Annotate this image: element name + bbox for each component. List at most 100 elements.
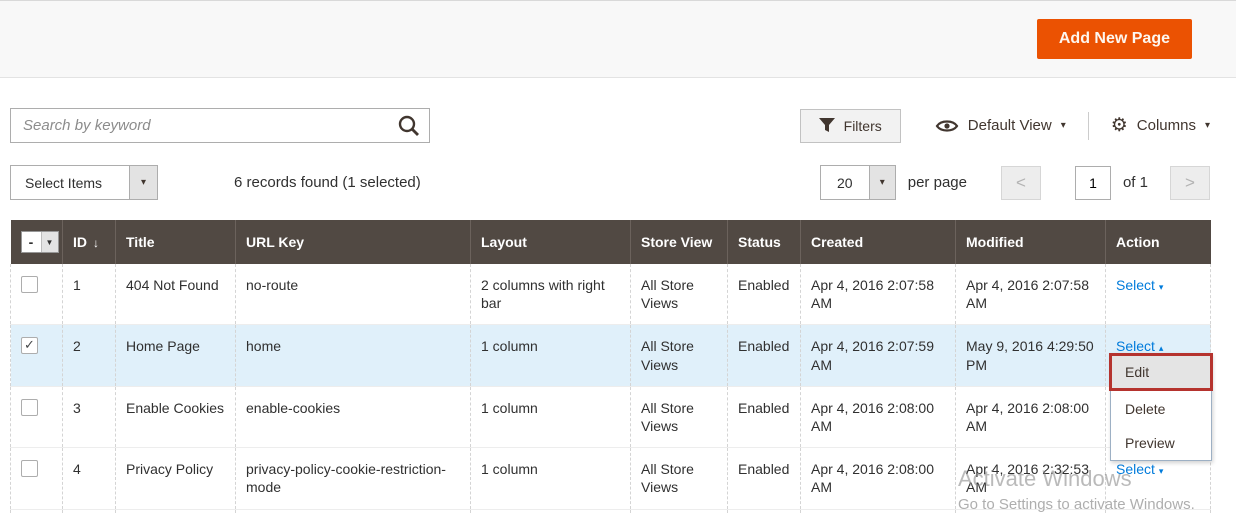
cell-layout: 1 column bbox=[471, 386, 631, 447]
cell-id: 4 bbox=[63, 448, 116, 509]
cell-created: Apr 4, 2016 2:08:00 AM bbox=[801, 448, 956, 509]
cell-status: Enabled bbox=[728, 448, 801, 509]
action-menu-item-preview[interactable]: Preview bbox=[1111, 426, 1211, 460]
grid-header-row: - ▼ ID↓ Title URL Key Layout Store View … bbox=[11, 220, 1211, 264]
row-action-select[interactable]: Select▾ bbox=[1116, 277, 1163, 293]
cell-modified: Apr 4, 2016 2:32:53 AM bbox=[956, 448, 1106, 509]
toolbar-divider bbox=[1088, 112, 1089, 140]
filters-button[interactable]: Filters bbox=[800, 109, 901, 143]
cell-layout: 1 column bbox=[471, 325, 631, 386]
sort-descending-icon: ↓ bbox=[93, 236, 99, 250]
cell-created: Apr 4, 2016 2:07:58 AM bbox=[801, 264, 956, 325]
cell-status: Enabled bbox=[728, 386, 801, 447]
cell-store-view: All Store Views bbox=[631, 386, 728, 447]
column-header-action: Action bbox=[1106, 220, 1211, 264]
chevron-down-icon: ▾ bbox=[1159, 282, 1164, 292]
add-new-page-button[interactable]: Add New Page bbox=[1037, 19, 1192, 59]
cell-status: Enabled bbox=[728, 325, 801, 386]
table-row: 3 Enable Cookies enable-cookies 1 column… bbox=[11, 386, 1211, 447]
chevron-down-icon: ▾ bbox=[1061, 120, 1066, 131]
cell-layout: 1 column bbox=[471, 448, 631, 509]
cell-layout: 2 columns with right bar bbox=[471, 264, 631, 325]
row-checkbox[interactable] bbox=[21, 460, 38, 477]
column-header-layout[interactable]: Layout bbox=[471, 220, 631, 264]
chevron-up-icon: ▴ bbox=[1159, 343, 1164, 353]
total-pages-label: of 1 bbox=[1123, 174, 1148, 191]
chevron-down-icon: ▾ bbox=[1159, 466, 1164, 476]
filters-label: Filters bbox=[844, 118, 882, 134]
action-menu-item-edit[interactable]: Edit bbox=[1109, 353, 1213, 391]
cell-store-view: All Store Views bbox=[631, 448, 728, 509]
table-row-selected: ✓ 2 Home Page home 1 column All Store Vi… bbox=[11, 325, 1211, 386]
cell-id: 2 bbox=[63, 325, 116, 386]
filter-funnel-icon bbox=[819, 118, 835, 133]
master-checkbox-indeterminate[interactable]: - bbox=[22, 232, 41, 252]
select-items-dropdown[interactable]: Select Items ▾ bbox=[10, 165, 158, 200]
column-header-url-key[interactable]: URL Key bbox=[236, 220, 471, 264]
chevron-down-icon: ▼ bbox=[41, 232, 58, 252]
cms-pages-grid: - ▼ ID↓ Title URL Key Layout Store View … bbox=[10, 220, 1210, 513]
per-page-label: per page bbox=[908, 174, 967, 191]
cell-id: 3 bbox=[63, 386, 116, 447]
cell-title: Enable Cookies bbox=[116, 386, 236, 447]
columns-control[interactable]: ⚙ Columns ▾ bbox=[1111, 116, 1210, 135]
column-header-modified[interactable]: Modified bbox=[956, 220, 1106, 264]
chevron-down-icon: ▾ bbox=[869, 166, 895, 199]
cell-url-key: privacy-policy-cookie-restriction-mode bbox=[236, 448, 471, 509]
cell-title: Privacy Policy bbox=[116, 448, 236, 509]
cell-url-key: no-route bbox=[236, 264, 471, 325]
columns-label: Columns bbox=[1137, 117, 1196, 134]
column-header-title[interactable]: Title bbox=[116, 220, 236, 264]
row-action-select-open[interactable]: Select▴ bbox=[1116, 338, 1163, 354]
toolbar-right-group: Filters Default View ▾ ⚙ Columns ▾ bbox=[800, 109, 1210, 143]
eye-icon bbox=[935, 118, 959, 134]
gear-icon: ⚙ bbox=[1111, 116, 1128, 135]
previous-page-button[interactable]: < bbox=[1001, 166, 1041, 200]
cell-modified: Apr 4, 2016 2:07:58 AM bbox=[956, 264, 1106, 325]
pagination-controls: 20 ▾ per page < of 1 > bbox=[820, 165, 1210, 200]
cell-title: 404 Not Found bbox=[116, 264, 236, 325]
chevron-down-icon: ▾ bbox=[129, 166, 157, 199]
view-switcher-label: Default View bbox=[968, 117, 1052, 134]
cell-status: Enabled bbox=[728, 264, 801, 325]
cell-title: Home Page bbox=[116, 325, 236, 386]
column-header-status[interactable]: Status bbox=[728, 220, 801, 264]
row-checkbox[interactable] bbox=[21, 399, 38, 416]
action-menu-item-delete[interactable]: Delete bbox=[1111, 392, 1211, 426]
cell-modified: Apr 4, 2016 2:08:00 AM bbox=[956, 386, 1106, 447]
mass-action-left: Select Items ▾ 6 records found (1 select… bbox=[10, 165, 421, 200]
page-header-band: Add New Page bbox=[0, 0, 1236, 78]
per-page-value: 20 bbox=[821, 166, 869, 199]
column-header-id[interactable]: ID↓ bbox=[63, 220, 116, 264]
cell-url-key: enable-cookies bbox=[236, 386, 471, 447]
row-action-select[interactable]: Select▾ bbox=[1116, 461, 1163, 477]
row-action-menu: Edit Delete Preview bbox=[1110, 353, 1212, 461]
search-icon[interactable] bbox=[397, 114, 420, 137]
search-input[interactable] bbox=[10, 108, 430, 143]
select-items-label: Select Items bbox=[11, 166, 129, 199]
master-checkbox-cell: - ▼ bbox=[11, 220, 63, 264]
records-summary: 6 records found (1 selected) bbox=[234, 174, 421, 191]
column-header-store-view[interactable]: Store View bbox=[631, 220, 728, 264]
row-checkbox-checked[interactable]: ✓ bbox=[21, 337, 38, 354]
cell-modified: May 9, 2016 4:29:50 PM bbox=[956, 325, 1106, 386]
row-checkbox[interactable] bbox=[21, 276, 38, 293]
column-header-created[interactable]: Created bbox=[801, 220, 956, 264]
cell-store-view: All Store Views bbox=[631, 264, 728, 325]
search-box bbox=[10, 108, 430, 143]
cell-created: Apr 4, 2016 2:07:59 AM bbox=[801, 325, 956, 386]
table-row-cutoff bbox=[11, 509, 1211, 513]
grid-toolbar: Filters Default View ▾ ⚙ Columns ▾ bbox=[10, 108, 1210, 143]
view-switcher[interactable]: Default View ▾ bbox=[935, 117, 1066, 134]
mass-action-bar: Select Items ▾ 6 records found (1 select… bbox=[10, 165, 1210, 200]
per-page-dropdown[interactable]: 20 ▾ bbox=[820, 165, 896, 200]
table-row: 4 Privacy Policy privacy-policy-cookie-r… bbox=[11, 448, 1211, 509]
cell-store-view: All Store Views bbox=[631, 325, 728, 386]
cell-created: Apr 4, 2016 2:08:00 AM bbox=[801, 386, 956, 447]
current-page-input[interactable] bbox=[1075, 166, 1111, 200]
cell-id: 1 bbox=[63, 264, 116, 325]
next-page-button[interactable]: > bbox=[1170, 166, 1210, 200]
master-checkbox-dropdown[interactable]: - ▼ bbox=[21, 231, 59, 253]
chevron-down-icon: ▾ bbox=[1205, 120, 1210, 131]
cell-url-key: home bbox=[236, 325, 471, 386]
